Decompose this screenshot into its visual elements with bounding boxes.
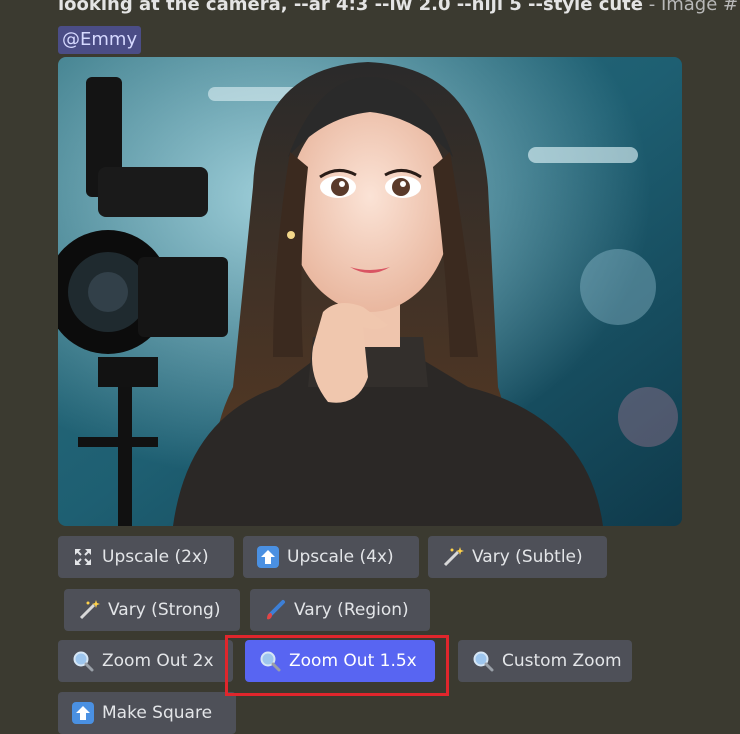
magic-wand-icon (442, 546, 464, 568)
vary-region-button[interactable]: Vary (Region) (250, 589, 430, 631)
up-arrow-icon (72, 702, 94, 724)
image-number-label: - Image #1 (643, 0, 740, 15)
vary-subtle-button[interactable]: Vary (Subtle) (428, 536, 607, 578)
user-mention[interactable]: @Emmy (58, 26, 142, 54)
magic-wand-icon (78, 599, 100, 621)
up-arrow-icon (257, 546, 279, 568)
upscale-2x-button[interactable]: Upscale (2x) (58, 536, 234, 578)
custom-zoom-button[interactable]: Custom Zoom (458, 640, 632, 682)
magnifying-glass-icon (72, 650, 94, 672)
make-square-button[interactable]: Make Square (58, 692, 236, 734)
generated-image[interactable] (58, 57, 682, 526)
zoom-out-1-5x-button[interactable]: Zoom Out 1.5x (245, 640, 435, 682)
paintbrush-icon (264, 599, 286, 621)
expand-arrows-icon (72, 546, 94, 568)
prompt-text: looking at the camera, --ar 4:3 --iw 2.0… (58, 0, 740, 16)
zoom-out-2x-button[interactable]: Zoom Out 2x (58, 640, 233, 682)
upscale-4x-button[interactable]: Upscale (4x) (243, 536, 419, 578)
magnifying-glass-icon (472, 650, 494, 672)
vary-strong-button[interactable]: Vary (Strong) (64, 589, 240, 631)
magnifying-glass-icon (259, 650, 281, 672)
